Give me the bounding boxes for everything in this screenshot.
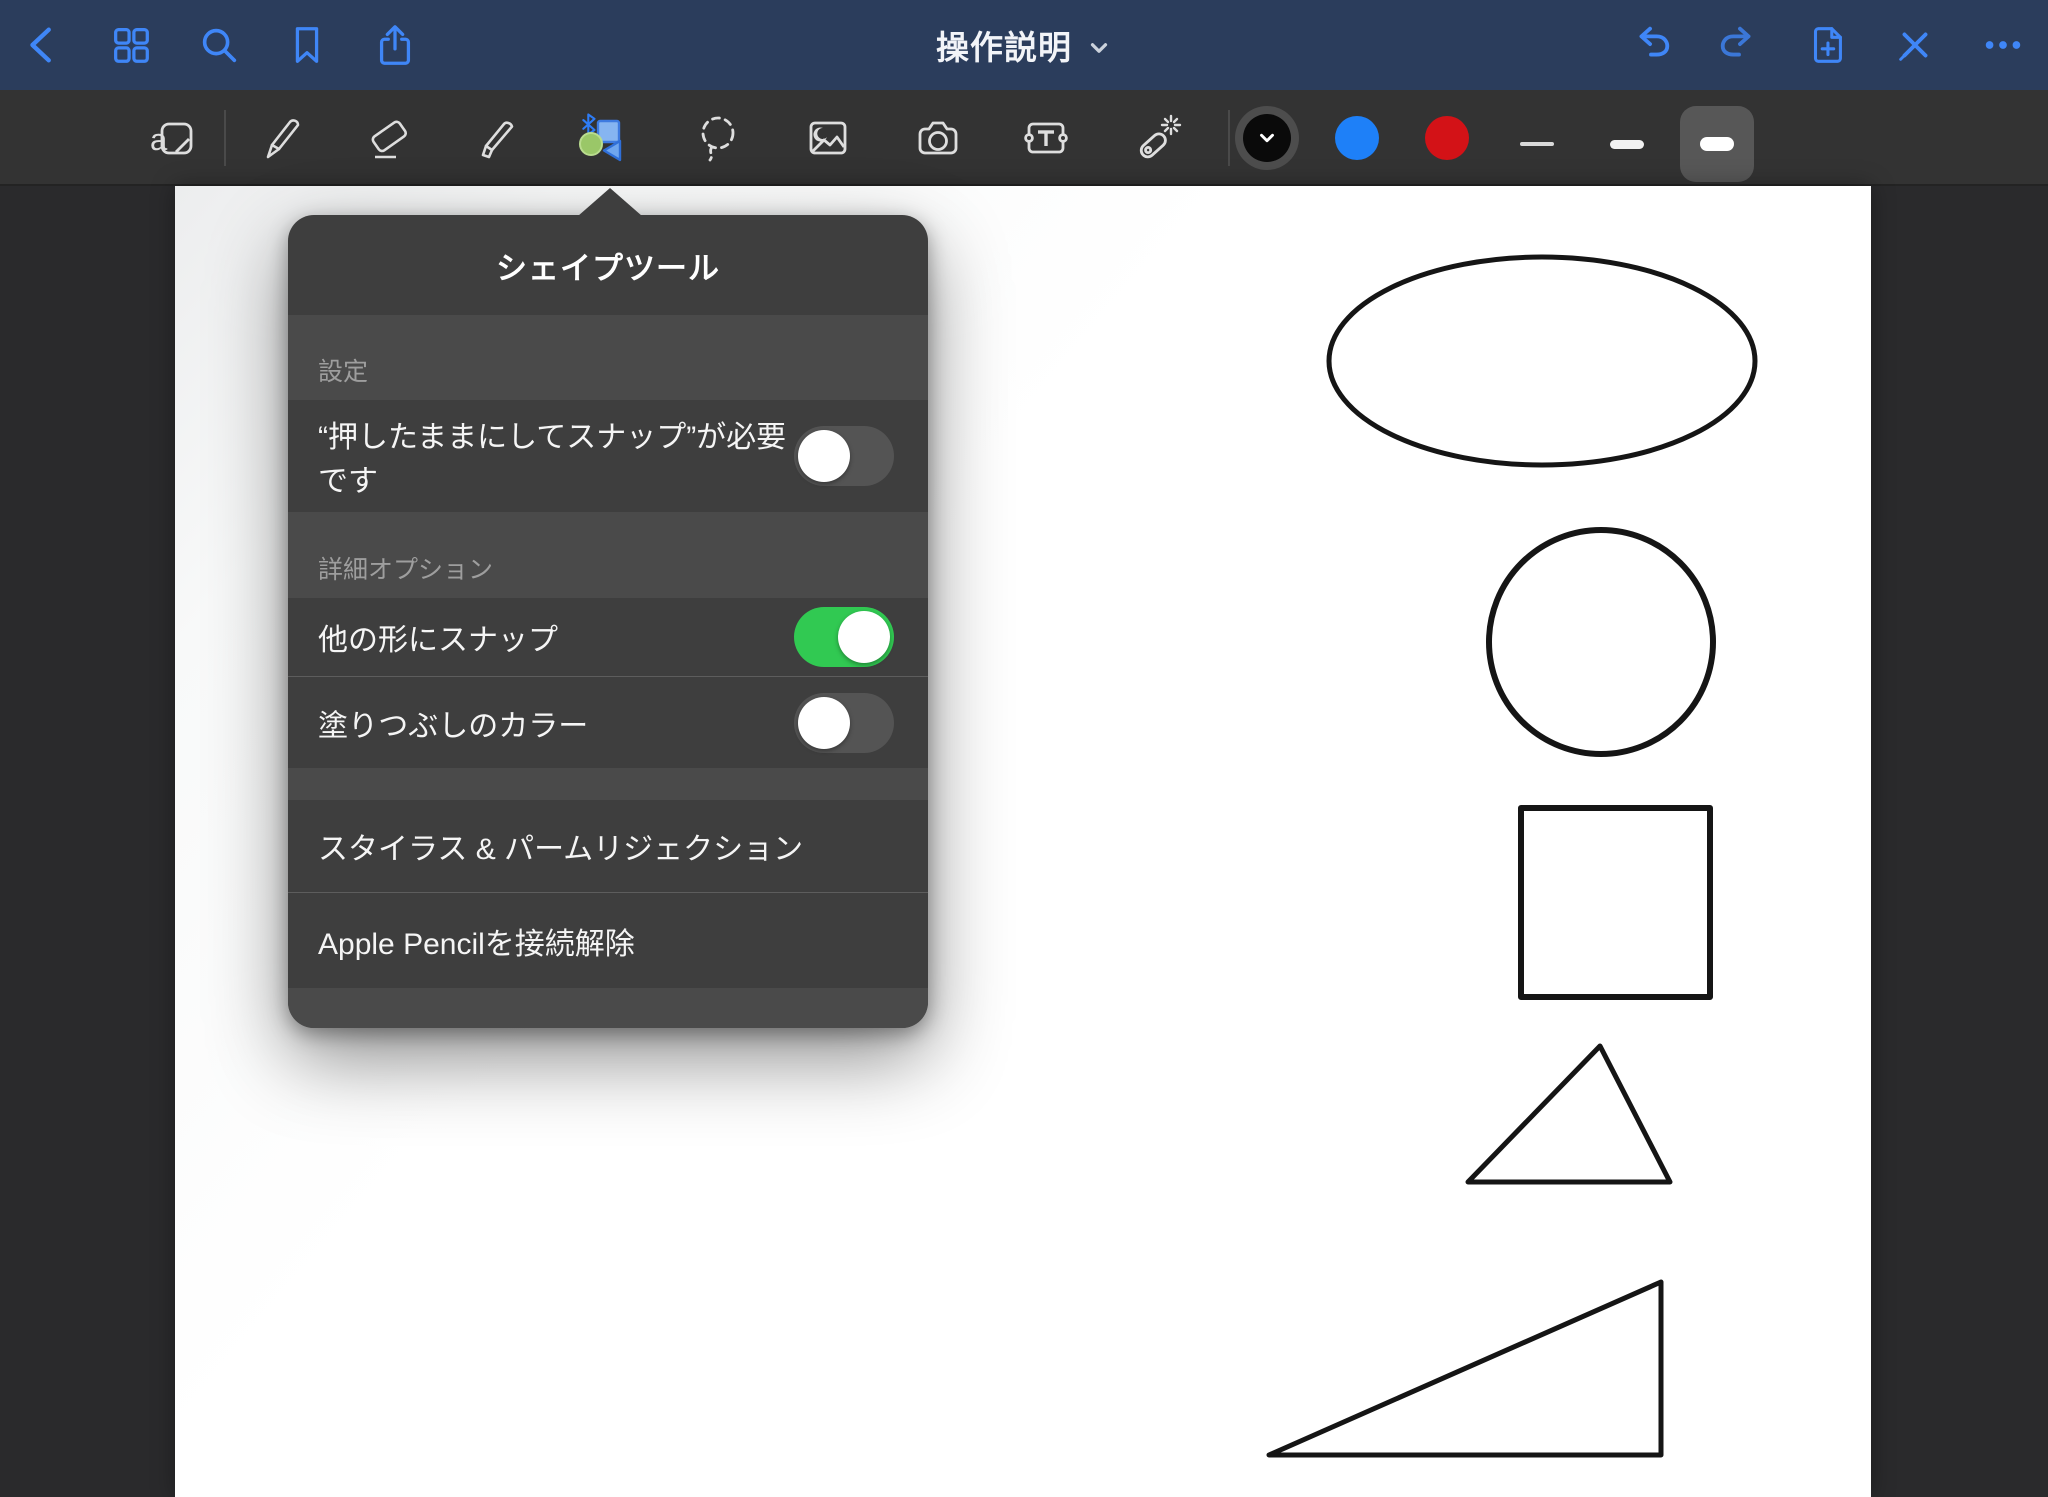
tool-bar: a bbox=[0, 90, 2048, 186]
highlighter-tool-icon[interactable] bbox=[472, 112, 524, 164]
toolbar-divider bbox=[224, 110, 226, 166]
zoom-window-icon[interactable]: a bbox=[147, 112, 199, 164]
pen-tool-icon[interactable] bbox=[255, 112, 307, 164]
image-tool-icon[interactable] bbox=[802, 112, 854, 164]
drawn-circle bbox=[1489, 530, 1713, 754]
undo-icon[interactable] bbox=[1624, 18, 1678, 72]
thick-line-glyph bbox=[1700, 137, 1734, 151]
row-label: Apple Pencilを接続解除 bbox=[318, 919, 635, 963]
thin-line-glyph bbox=[1520, 142, 1554, 146]
row-label: 他の形にスナップ bbox=[318, 615, 558, 659]
row-fill-color[interactable]: 塗りつぶしのカラー bbox=[288, 677, 928, 768]
row-disconnect-apple-pencil[interactable]: Apple Pencilを接続解除 bbox=[288, 893, 928, 988]
app-root: 操作説明 bbox=[0, 0, 2048, 1497]
hold-to-snap-toggle[interactable] bbox=[794, 426, 894, 486]
black-color bbox=[1243, 114, 1291, 162]
toggle-knob bbox=[798, 697, 850, 749]
toggle-knob bbox=[838, 611, 890, 663]
document-title: 操作説明 bbox=[936, 21, 1072, 69]
add-page-icon[interactable] bbox=[1800, 18, 1854, 72]
title-chevron-down-icon bbox=[1086, 35, 1112, 61]
pen-cross-icon[interactable] bbox=[1888, 18, 1942, 72]
row-label: “押したままにしてスナップ”が必要です bbox=[318, 412, 794, 500]
camera-tool-icon[interactable] bbox=[912, 112, 964, 164]
row-label: 塗りつぶしのカラー bbox=[318, 701, 588, 745]
toggle-knob bbox=[798, 430, 850, 482]
drawn-right-triangle bbox=[1269, 1282, 1661, 1455]
lasso-tool-icon[interactable] bbox=[693, 112, 745, 164]
section-header-advanced: 詳細オプション bbox=[288, 512, 928, 598]
medium-line-glyph bbox=[1610, 140, 1644, 149]
row-hold-to-snap[interactable]: “押したままにしてスナップ”が必要です bbox=[288, 400, 928, 512]
top-nav-bar: 操作説明 bbox=[0, 0, 2048, 90]
nav-right-group bbox=[1624, 0, 2030, 90]
more-dots-icon[interactable] bbox=[1976, 18, 2030, 72]
thickness-medium-button[interactable] bbox=[1590, 106, 1664, 182]
section-label: 設定 bbox=[318, 352, 368, 388]
section-spacer bbox=[288, 768, 928, 800]
thickness-thin-button[interactable] bbox=[1500, 106, 1574, 182]
color-swatch-black-selected[interactable] bbox=[1235, 106, 1299, 170]
thickness-thick-button-selected[interactable] bbox=[1680, 106, 1754, 182]
bluetooth-icon bbox=[583, 114, 594, 134]
color-swatch-blue[interactable] bbox=[1335, 116, 1379, 160]
snap-to-shapes-toggle[interactable] bbox=[794, 607, 894, 667]
redo-icon[interactable] bbox=[1712, 18, 1766, 72]
laser-pointer-tool-icon[interactable] bbox=[1131, 112, 1183, 164]
text-tool-icon[interactable] bbox=[1020, 112, 1072, 164]
row-stylus-palm-rejection[interactable]: スタイラス & パームリジェクション bbox=[288, 800, 928, 892]
popup-title: シェイプツール bbox=[288, 215, 928, 315]
fill-color-toggle[interactable] bbox=[794, 693, 894, 753]
drawn-ellipse bbox=[1329, 257, 1755, 465]
color-swatch-red[interactable] bbox=[1425, 116, 1469, 160]
drawn-triangle bbox=[1468, 1046, 1670, 1182]
toolbar-divider bbox=[1228, 110, 1230, 166]
svg-text:a: a bbox=[150, 122, 168, 157]
row-snap-to-shapes[interactable]: 他の形にスナップ bbox=[288, 598, 928, 676]
section-header-settings: 設定 bbox=[288, 315, 928, 400]
chevron-down-icon bbox=[1256, 127, 1278, 149]
eraser-tool-icon[interactable] bbox=[363, 112, 415, 164]
section-spacer bbox=[288, 988, 928, 1028]
shape-tool-popup: シェイプツール 設定 “押したままにしてスナップ”が必要です 詳細オプション 他… bbox=[288, 215, 928, 1028]
row-label: スタイラス & パームリジェクション bbox=[318, 824, 803, 868]
drawn-square bbox=[1521, 808, 1710, 997]
shape-tool-icon[interactable] bbox=[575, 112, 627, 164]
section-label: 詳細オプション bbox=[318, 550, 493, 586]
